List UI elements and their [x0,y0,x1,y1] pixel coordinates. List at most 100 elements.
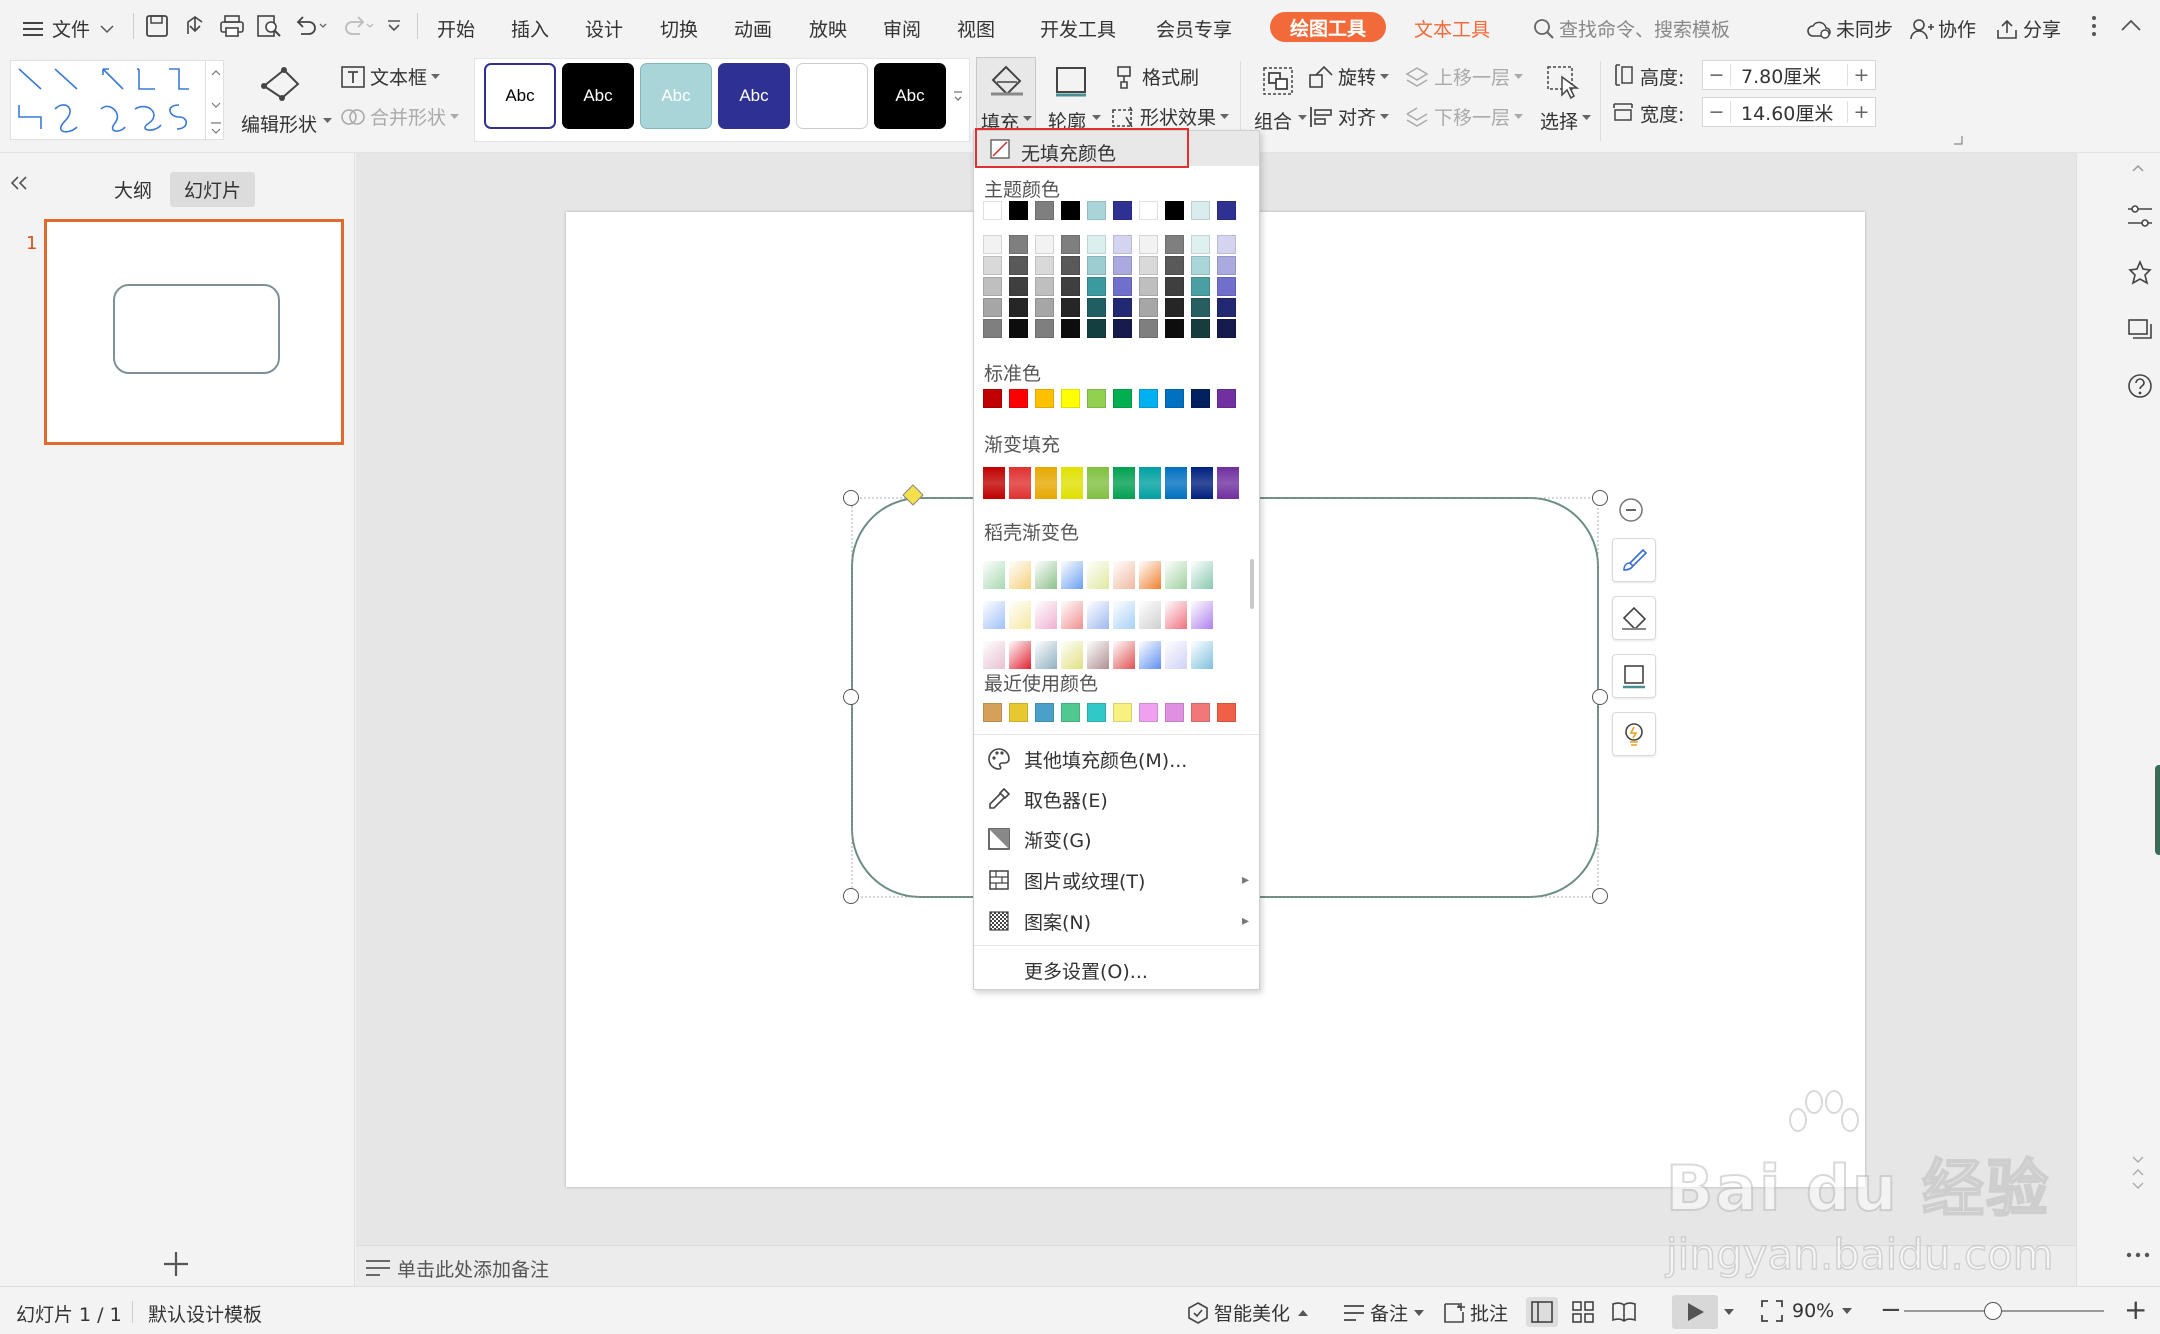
recent-color-swatch[interactable] [983,703,1002,722]
docer-gradient-swatch[interactable] [1035,641,1057,669]
tab-home[interactable]: 开始 [437,15,475,42]
theme-color-swatch[interactable] [1035,235,1054,254]
theme-color-swatch[interactable] [1217,277,1236,296]
shape-style-3[interactable]: Abc [640,63,712,129]
theme-color-swatch[interactable] [1061,298,1080,317]
theme-color-swatch[interactable] [1165,319,1184,338]
magic-star-icon[interactable] [2127,260,2153,286]
theme-color-swatch[interactable] [1087,277,1106,296]
play-slideshow-button[interactable] [1672,1295,1718,1329]
standard-color-swatch[interactable] [1009,389,1028,408]
recent-color-swatch[interactable] [1165,703,1184,722]
zoom-slider-thumb[interactable] [1984,1302,2002,1320]
corner-radius-handle[interactable] [902,484,924,506]
docer-gradient-swatch[interactable] [1087,601,1109,629]
tab-review[interactable]: 审阅 [883,15,921,42]
edit-shape-button[interactable]: 编辑形状 [235,60,335,150]
docer-scrollbar[interactable] [1250,559,1254,609]
docer-gradient-swatch[interactable] [1009,601,1031,629]
zoom-slider-track[interactable] [1904,1310,2104,1312]
docer-gradient-swatch[interactable] [1035,561,1057,589]
gradient-fill-swatch[interactable] [983,467,1005,499]
standard-color-swatch[interactable] [1035,389,1054,408]
theme-color-swatch[interactable] [1113,256,1132,275]
docer-gradient-swatch[interactable] [1113,561,1135,589]
slide-library-icon[interactable] [2127,316,2153,342]
gradient-fill-swatch[interactable] [1035,467,1057,499]
format-brush-button[interactable]: 格式刷 [1112,63,1199,90]
theme-color-swatch[interactable] [1217,298,1236,317]
width-decrease-button[interactable]: − [1703,101,1731,123]
theme-color-swatch[interactable] [1139,201,1158,220]
docer-gradient-swatch[interactable] [1035,601,1057,629]
theme-color-swatch[interactable] [1165,298,1184,317]
notes-toggle-button[interactable]: 备注 [1342,1299,1425,1326]
resize-handle-right[interactable] [1592,689,1608,705]
standard-color-swatch[interactable] [1113,389,1132,408]
template-name[interactable]: 默认设计模板 [148,1300,262,1327]
theme-color-swatch[interactable] [1217,201,1236,220]
theme-color-swatch[interactable] [983,277,1002,296]
undo-icon[interactable] [293,14,327,38]
theme-color-swatch[interactable] [1217,235,1236,254]
print-preview-icon[interactable] [256,14,282,38]
rotate-button[interactable]: 旋转 [1308,63,1390,90]
theme-color-swatch[interactable] [1061,201,1080,220]
collab-button[interactable]: 协作 [1910,15,1976,42]
scroll-up-icon[interactable] [2131,163,2145,173]
picture-texture-item[interactable]: 图片或纹理(T) ▸ [974,860,1259,900]
theme-color-swatch[interactable] [1035,319,1054,338]
recent-color-swatch[interactable] [1009,703,1028,722]
docer-gradient-swatch[interactable] [1009,561,1031,589]
tab-slides[interactable]: 幻灯片 [170,172,256,207]
docer-gradient-swatch[interactable] [1191,561,1213,589]
theme-color-swatch[interactable] [1139,235,1158,254]
recent-color-swatch[interactable] [1191,703,1210,722]
tab-text-tools[interactable]: 文本工具 [1414,15,1490,42]
gradient-item[interactable]: 渐变(G) [974,819,1259,859]
add-slide-icon[interactable] [162,1250,190,1278]
docer-gradient-swatch[interactable] [1191,641,1213,669]
theme-color-swatch[interactable] [1191,319,1210,338]
docer-gradient-swatch[interactable] [1139,641,1161,669]
theme-color-swatch[interactable] [1165,277,1184,296]
theme-color-swatch[interactable] [1191,235,1210,254]
docer-gradient-swatch[interactable] [1113,601,1135,629]
theme-color-swatch[interactable] [1139,298,1158,317]
theme-color-swatch[interactable] [1087,319,1106,338]
theme-color-swatch[interactable] [1035,298,1054,317]
theme-color-swatch[interactable] [1087,235,1106,254]
zoom-out-button[interactable]: − [1880,1295,1902,1325]
standard-color-swatch[interactable] [1165,389,1184,408]
tab-outline[interactable]: 大纲 [114,176,152,203]
theme-color-swatch[interactable] [1191,298,1210,317]
theme-color-swatch[interactable] [1165,235,1184,254]
text-box-button[interactable]: 文本框 [340,63,441,90]
shape-style-2[interactable]: Abc [562,63,634,129]
resize-handle-top-left[interactable] [843,490,859,506]
theme-color-swatch[interactable] [1009,277,1028,296]
standard-color-swatch[interactable] [1139,389,1158,408]
bring-forward-button[interactable]: 上移一层 [1404,63,1524,90]
theme-color-swatch[interactable] [983,319,1002,338]
theme-color-swatch[interactable] [1087,256,1106,275]
float-smart-button[interactable] [1612,712,1656,756]
docer-gradient-swatch[interactable] [1061,561,1083,589]
theme-color-swatch[interactable] [1087,298,1106,317]
theme-color-swatch[interactable] [1139,319,1158,338]
docer-gradient-swatch[interactable] [1087,561,1109,589]
float-outline-button[interactable] [1612,654,1656,698]
height-increase-button[interactable]: + [1847,64,1875,86]
docer-gradient-swatch[interactable] [983,561,1005,589]
theme-color-swatch[interactable] [1061,256,1080,275]
theme-color-swatch[interactable] [1191,201,1210,220]
merge-shape-button[interactable]: 合并形状 [340,103,460,130]
height-input[interactable]: − 7.80厘米 + [1702,60,1876,90]
export-icon[interactable] [183,14,207,38]
theme-color-swatch[interactable] [1009,319,1028,338]
style-gallery-more-icon[interactable] [952,90,964,106]
quick-access-more-icon[interactable] [386,20,402,32]
theme-color-swatch[interactable] [1113,319,1132,338]
share-button[interactable]: 分享 [1995,15,2061,42]
resize-handle-bottom-left[interactable] [843,888,859,904]
